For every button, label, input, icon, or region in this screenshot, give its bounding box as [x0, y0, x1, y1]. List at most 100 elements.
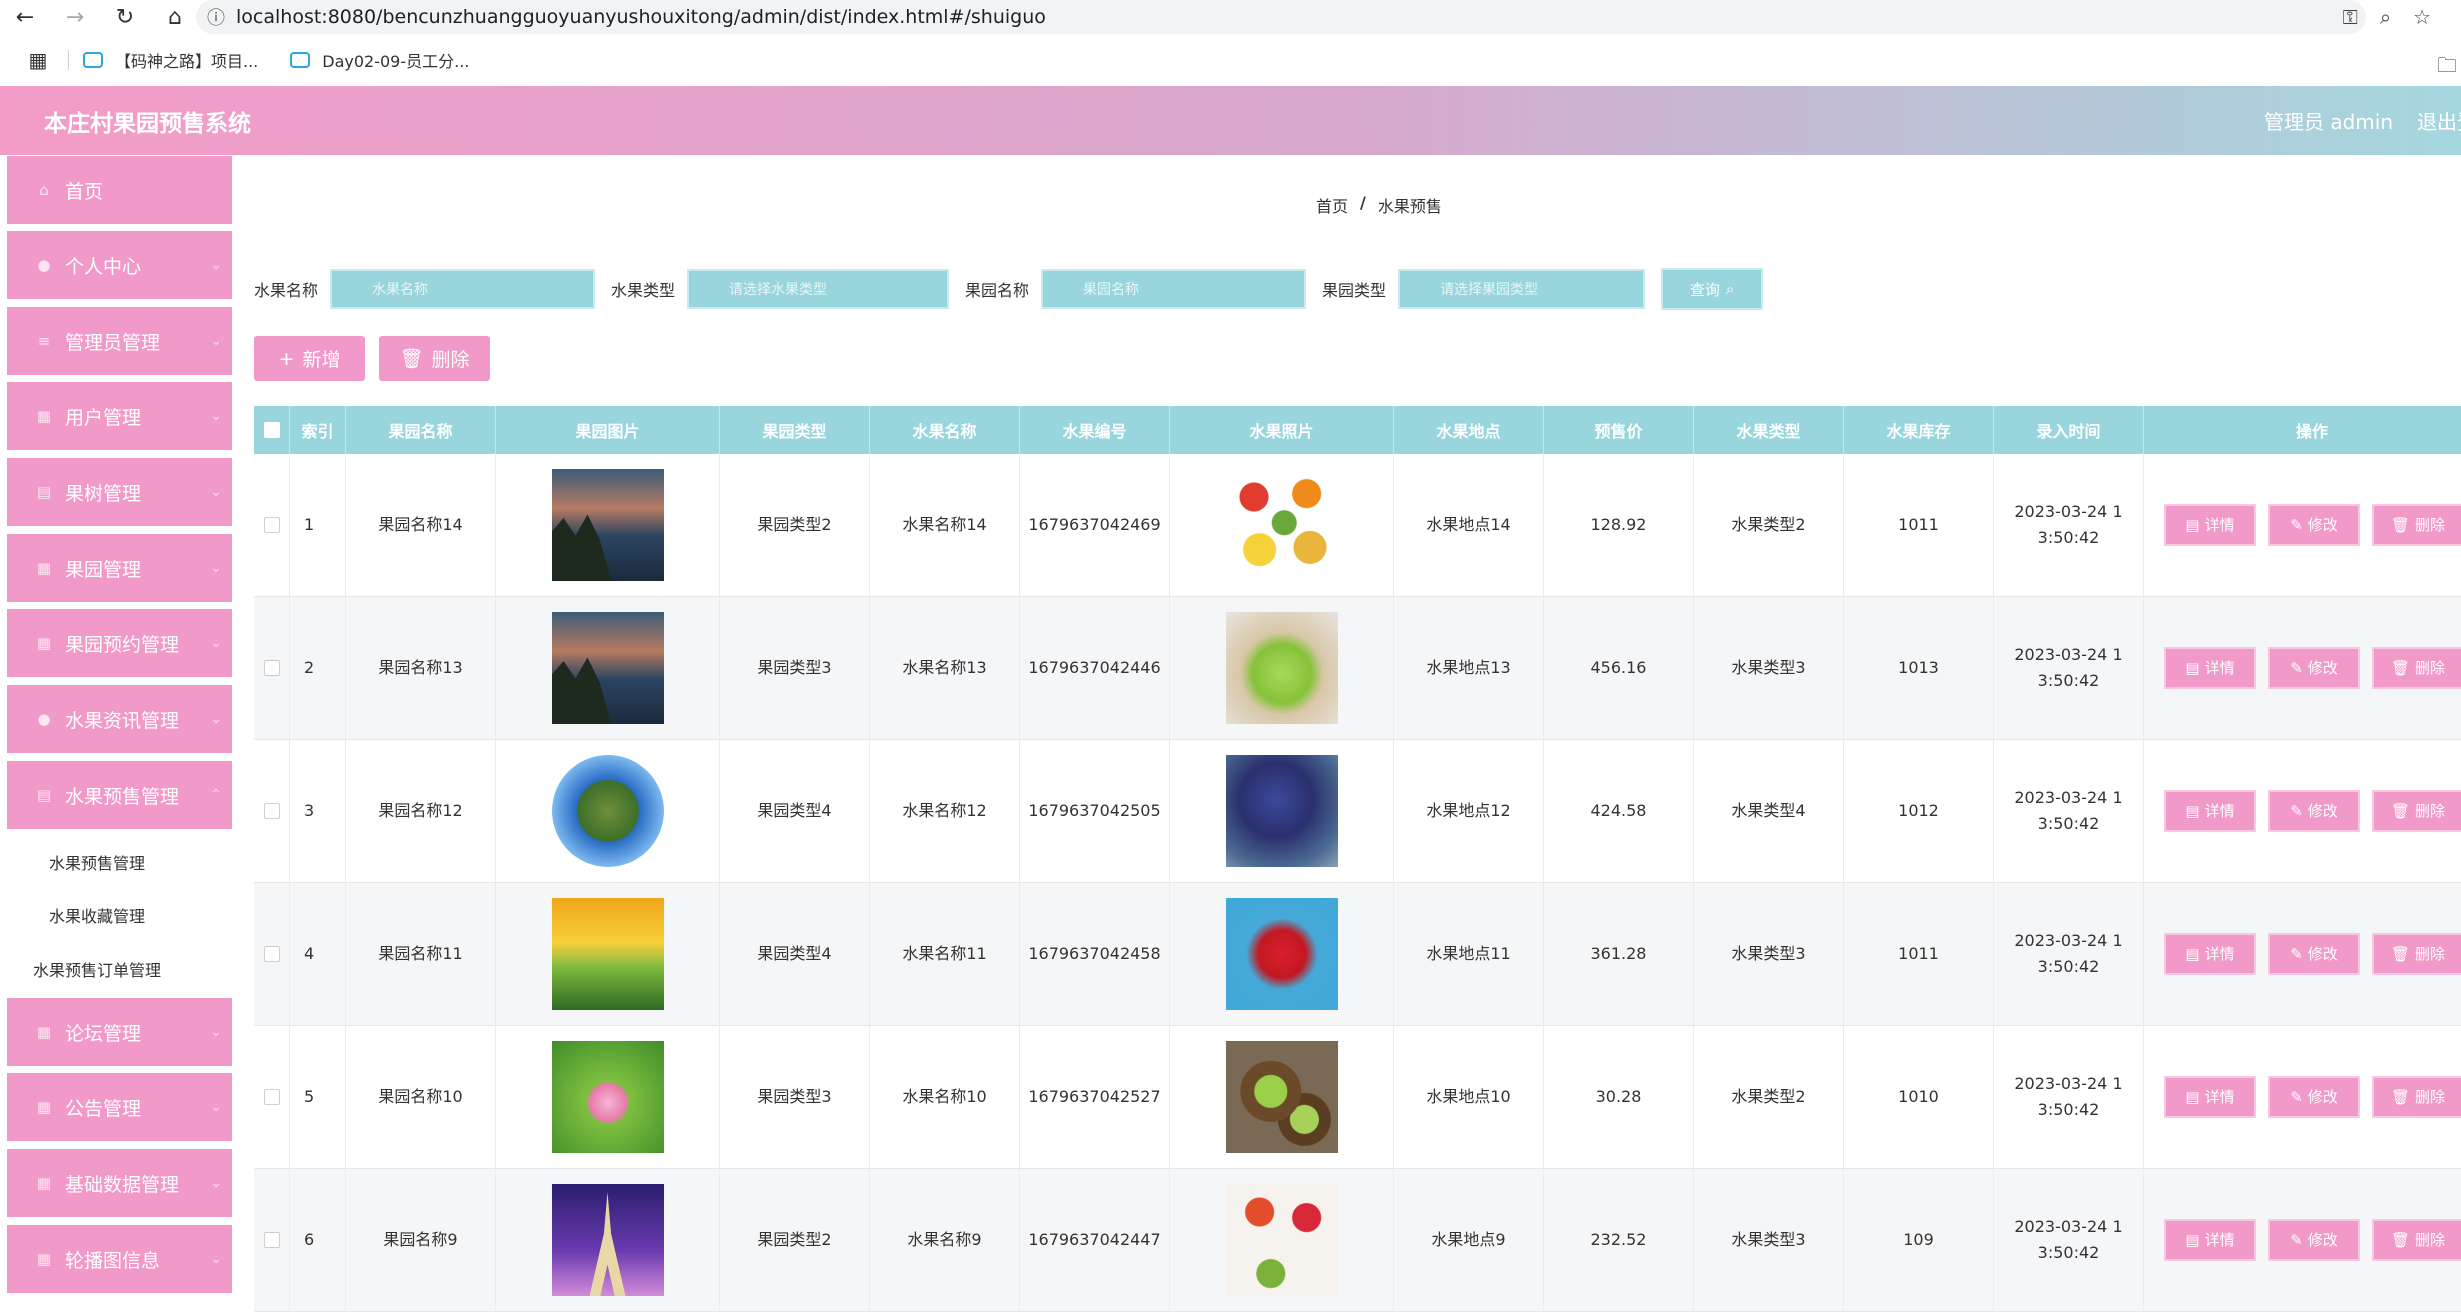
sidebar-item-basedata[interactable]: ▦ 基础数据管理 ⌄: [7, 1149, 232, 1217]
sidebar-item-label: 用户管理: [65, 406, 142, 429]
fruit-no-cell-text: 1679637042505: [1028, 801, 1161, 820]
orchard-image[interactable]: [551, 1041, 664, 1153]
edit-button[interactable]: ✎ 修改: [2268, 1219, 2360, 1261]
sidebar-item-forum[interactable]: ▦ 论坛管理 ⌄: [7, 998, 232, 1066]
fruit-place-cell-text: 水果地点13: [1426, 658, 1511, 677]
sidebar-item-news[interactable]: ● 水果资讯管理 ⌄: [7, 685, 232, 753]
stock-cell: 109: [1844, 1169, 1994, 1311]
chevron-down-icon: ⌄: [210, 1024, 222, 1040]
sidebar-item-notices[interactable]: ▦ 公告管理 ⌄: [7, 1073, 232, 1141]
fruit-image-cell: [1170, 1026, 1394, 1168]
pencil-icon: ✎: [2290, 802, 2303, 820]
fruit-type-select[interactable]: 请选择水果类型: [687, 269, 950, 309]
row-checkbox[interactable]: [263, 660, 280, 676]
fruit-name-input[interactable]: 水果名称: [330, 269, 596, 309]
fruit-image[interactable]: [1225, 1041, 1338, 1153]
detail-button[interactable]: ▤ 详情: [2164, 1076, 2256, 1118]
operations-cell: ▤ 详情 ✎ 修改 🗑 删除: [2144, 883, 2461, 1025]
grid-icon: ▦: [36, 407, 52, 425]
fruit-image[interactable]: [1225, 469, 1338, 581]
orchard-name-cell: 果园名称14: [346, 454, 496, 596]
fruit-image[interactable]: [1225, 755, 1338, 867]
row-checkbox[interactable]: [263, 946, 280, 962]
time-cell: 2023-03-24 13:50:42: [1994, 454, 2144, 596]
sidebar-item-trees[interactable]: ▤ 果树管理 ⌄: [7, 458, 232, 526]
row-checkbox[interactable]: [263, 1232, 280, 1248]
add-button[interactable]: + 新增: [254, 336, 365, 381]
fruit-image[interactable]: [1225, 1184, 1338, 1296]
sidebar-item-reservations[interactable]: ▦ 果园预约管理 ⌄: [7, 609, 232, 677]
row-checkbox[interactable]: [263, 1089, 280, 1105]
sidebar-subitem-presale[interactable]: 水果预售管理: [7, 837, 232, 887]
key-icon[interactable]: ⚿: [2343, 5, 2358, 29]
folder-icon[interactable]: 🗀: [2437, 51, 2457, 85]
forward-icon[interactable]: →: [50, 0, 100, 34]
detail-button-label: 详情: [2204, 945, 2235, 963]
apps-icon[interactable]: ▦: [18, 48, 58, 72]
edit-button[interactable]: ✎ 修改: [2268, 504, 2360, 546]
star-icon[interactable]: ☆: [2413, 5, 2431, 29]
row-checkbox[interactable]: [263, 803, 280, 819]
sidebar-item-home[interactable]: ⌂ 首页: [7, 156, 232, 224]
orchard-image[interactable]: [551, 755, 664, 867]
address-bar[interactable]: ⓘ localhost:8080/bencunzhuangguoyuanyush…: [196, 0, 2366, 34]
sidebar-item-presale[interactable]: ▤ 水果预售管理 ⌃: [7, 761, 232, 829]
query-button[interactable]: 查询 ⌕: [1661, 268, 1764, 310]
pencil-icon: ✎: [2290, 659, 2303, 677]
back-icon[interactable]: ←: [0, 0, 50, 34]
orchard-image-cell: [496, 454, 720, 596]
index-cell: 1: [290, 454, 346, 596]
orchard-type-select[interactable]: 请选择果园类型: [1398, 269, 1646, 309]
chevron-down-icon: ⌄: [210, 560, 222, 576]
sidebar-item-admins[interactable]: ≡ 管理员管理 ⌄: [7, 307, 232, 375]
orchard-name-input[interactable]: 果园名称: [1041, 269, 1307, 309]
fruit-image-cell: [1170, 1169, 1394, 1311]
orchard-type-cell-text: 果园类型3: [757, 1087, 832, 1106]
sidebar-item-profile[interactable]: ● 个人中心 ⌄: [7, 231, 232, 299]
info-icon[interactable]: ⓘ: [196, 4, 236, 30]
breadcrumb-home[interactable]: 首页: [1316, 193, 1348, 217]
fruit-name-cell-text: 水果名称10: [902, 1087, 987, 1106]
sidebar-subitem-orders[interactable]: 水果预售订单管理: [7, 944, 232, 994]
edit-button[interactable]: ✎ 修改: [2268, 1076, 2360, 1118]
reload-icon[interactable]: ↻: [100, 0, 150, 34]
fruit-image[interactable]: [1225, 898, 1338, 1010]
row-checkbox[interactable]: [263, 517, 280, 533]
logout-link[interactable]: 退出登录: [2417, 106, 2461, 135]
orchard-image[interactable]: [551, 898, 664, 1010]
detail-button[interactable]: ▤ 详情: [2164, 933, 2256, 975]
bookmark-item[interactable]: 【码神之路】项目...: [83, 48, 258, 72]
home-browser-icon[interactable]: ⌂: [150, 0, 200, 34]
detail-button[interactable]: ▤ 详情: [2164, 1219, 2256, 1261]
fruit-image[interactable]: [1225, 612, 1338, 724]
fruit-place-cell: 水果地点10: [1394, 1026, 1544, 1168]
select-all-checkbox[interactable]: [263, 422, 280, 438]
detail-button[interactable]: ▤ 详情: [2164, 504, 2256, 546]
trash-icon: 🗑: [2390, 659, 2411, 677]
detail-button[interactable]: ▤ 详情: [2164, 790, 2256, 832]
orchard-image[interactable]: [551, 1184, 664, 1296]
batch-delete-button[interactable]: 🗑 删除: [379, 336, 490, 381]
delete-button[interactable]: 🗑 删除: [2372, 790, 2461, 832]
delete-button[interactable]: 🗑 删除: [2372, 1219, 2461, 1261]
sidebar-item-orchards[interactable]: ▦ 果园管理 ⌄: [7, 534, 232, 602]
fruit-image-cell: [1170, 597, 1394, 739]
orchard-image[interactable]: [551, 612, 664, 724]
delete-button[interactable]: 🗑 删除: [2372, 504, 2461, 546]
delete-button[interactable]: 🗑 删除: [2372, 647, 2461, 689]
app-title: 本庄村果园预售系统: [44, 110, 251, 137]
delete-button[interactable]: 🗑 删除: [2372, 933, 2461, 975]
orchard-image[interactable]: [551, 469, 664, 581]
sidebar-subitem-favorites[interactable]: 水果收藏管理: [7, 890, 232, 940]
detail-button[interactable]: ▤ 详情: [2164, 647, 2256, 689]
edit-button[interactable]: ✎ 修改: [2268, 790, 2360, 832]
edit-button[interactable]: ✎ 修改: [2268, 933, 2360, 975]
fruit-place-cell: 水果地点13: [1394, 597, 1544, 739]
edit-button[interactable]: ✎ 修改: [2268, 647, 2360, 689]
sidebar-item-users[interactable]: ▦ 用户管理 ⌄: [7, 382, 232, 450]
delete-button[interactable]: 🗑 删除: [2372, 1076, 2461, 1118]
document-icon: ▤: [2185, 516, 2200, 534]
zoom-icon[interactable]: ⌕: [2380, 5, 2391, 29]
orchard-type-cell-text: 果园类型2: [757, 515, 832, 534]
bookmark-item[interactable]: Day02-09-员工分...: [290, 48, 469, 72]
